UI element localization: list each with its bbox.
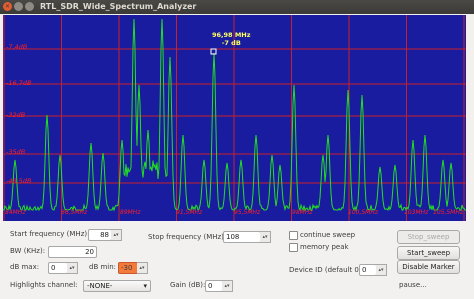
y-tick-label: -35dB <box>6 148 26 156</box>
y-tick-label: -32dB <box>6 111 26 119</box>
gain-input[interactable]: 0 <box>205 280 223 292</box>
marker-level: -7 dB <box>221 39 241 47</box>
spectrum-plot[interactable]: -7,4dB -16,7dB -32dB -35dB -48,5dB 84MHz… <box>3 15 466 221</box>
continue-sweep-label: continue sweep <box>300 231 356 239</box>
continue-sweep-checkbox[interactable] <box>289 231 298 240</box>
x-tick-label: 91,5MHz <box>176 209 203 216</box>
y-tick-label: -7,4dB <box>6 43 28 51</box>
bw-label: BW (KHz): <box>10 247 46 255</box>
highlights-channel-value: -NONE- <box>87 282 113 290</box>
db-min-input[interactable]: -30 <box>118 262 138 274</box>
x-tick-label: 89MHz <box>120 209 141 216</box>
window-titlebar: ✕ RTL_SDR_Wide_Spectrum_Analyzer <box>0 0 474 14</box>
db-min-spin[interactable]: ▴▾ <box>137 262 148 274</box>
device-id-input[interactable]: 0 <box>359 264 377 276</box>
marker-readout: 96,98 MHz -7 dB <box>212 31 251 47</box>
x-tick-label: 86,5MHz <box>61 209 88 216</box>
minimize-icon[interactable] <box>14 2 23 11</box>
memory-peak-label: memory peak <box>300 243 349 251</box>
db-min-label: dB min: <box>89 263 117 271</box>
status-text: pause... <box>399 281 427 289</box>
device-id-label: Device ID (default 0) : <box>289 266 367 274</box>
x-tick-label: 103MHz <box>404 209 429 216</box>
stop-frequency-input[interactable]: 108 <box>223 231 261 243</box>
y-tick-label: -48,5dB <box>6 177 32 185</box>
device-id-spin[interactable]: ▴▾ <box>376 264 387 276</box>
chevron-down-icon: ▾ <box>143 282 147 290</box>
window-title: RTL_SDR_Wide_Spectrum_Analyzer <box>40 2 197 11</box>
start-sweep-button[interactable]: Start_sweep <box>397 246 460 260</box>
gain-spin[interactable]: ▴▾ <box>222 280 233 292</box>
y-tick-label: -16,7dB <box>6 79 32 87</box>
stop-sweep-button[interactable]: Stop_sweep <box>397 230 460 244</box>
x-tick-label: 100,5MHz <box>348 209 379 216</box>
start-frequency-label: Start frequency (MHz): <box>10 230 90 238</box>
close-icon[interactable]: ✕ <box>3 2 12 11</box>
x-tick-label: 84MHz <box>5 209 26 216</box>
start-frequency-spin[interactable]: ▴▾ <box>111 229 122 241</box>
db-max-input[interactable]: 0 <box>48 262 68 274</box>
stop-frequency-spin[interactable]: ▴▾ <box>260 231 271 243</box>
marker-frequency: 96,98 MHz <box>212 31 251 39</box>
highlights-channel-select[interactable]: -NONE- ▾ <box>83 280 151 292</box>
x-tick-label: 105,5MHz <box>433 209 464 216</box>
bw-input[interactable]: 20 <box>48 246 97 258</box>
stop-frequency-label: Stop frequency (MHz) : <box>148 233 229 241</box>
highlights-channel-label: Highlights channel: <box>10 281 78 289</box>
db-max-spin[interactable]: ▴▾ <box>67 262 78 274</box>
x-tick-label: 98MHz <box>292 209 313 216</box>
start-frequency-input[interactable]: 88 <box>88 229 112 241</box>
disable-marker-button[interactable]: Disable Marker <box>397 260 460 274</box>
maximize-icon[interactable] <box>25 2 34 11</box>
memory-peak-checkbox[interactable] <box>289 243 298 252</box>
db-max-label: dB max: <box>10 263 40 271</box>
x-tick-label: 95,5MHz <box>234 209 261 216</box>
gain-label: Gain (dB): <box>170 281 206 289</box>
